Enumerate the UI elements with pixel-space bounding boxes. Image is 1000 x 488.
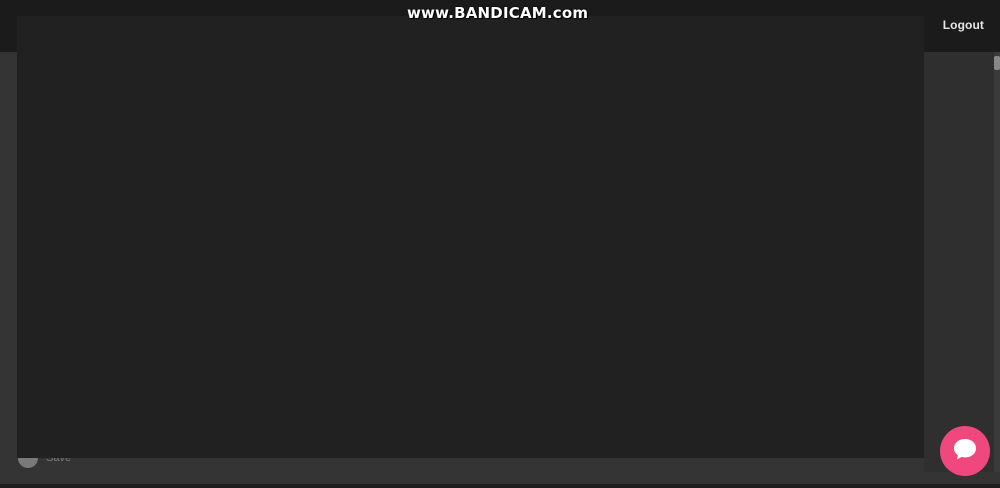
overlay-panel — [17, 16, 924, 458]
bottom-divider — [0, 484, 1000, 488]
right-sidebar-area — [924, 52, 1000, 472]
page-scrollbar[interactable] — [994, 52, 1000, 472]
chat-bubble-icon — [951, 435, 979, 468]
chat-button[interactable] — [940, 426, 990, 476]
scrollbar-thumb[interactable] — [994, 56, 1000, 70]
logout-link[interactable]: Logout — [943, 18, 984, 32]
recording-watermark: www.BANDICAM.com — [407, 4, 589, 22]
